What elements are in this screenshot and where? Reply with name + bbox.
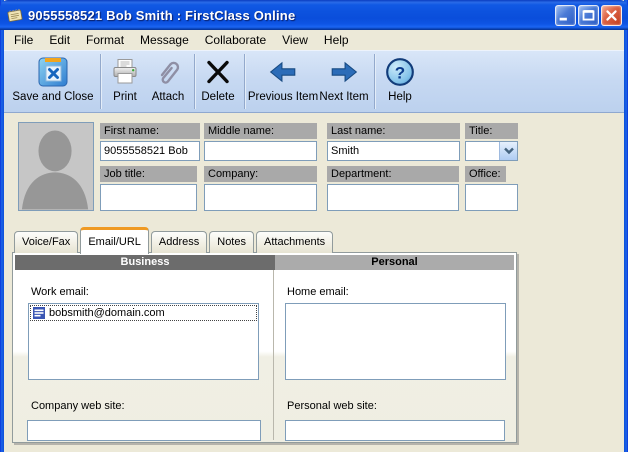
tab-notes[interactable]: Notes [209, 231, 254, 253]
company-label: Company: [204, 166, 317, 182]
print-icon [110, 53, 140, 91]
app-icon [7, 7, 23, 23]
toolbar-separator [194, 54, 195, 109]
print-label: Print [113, 91, 137, 103]
window-title: 9055558521 Bob Smith : FirstClass Online [28, 8, 555, 23]
home-email-label: Home email: [287, 286, 349, 298]
window-titlebar[interactable]: 9055558521 Bob Smith : FirstClass Online [0, 0, 628, 30]
personal-column-header: Personal [275, 255, 514, 270]
menu-format[interactable]: Format [78, 31, 132, 50]
previous-item-label: Previous Item [248, 91, 318, 103]
menu-bar: File Edit Format Message Collaborate Vie… [4, 30, 624, 50]
last-name-label: Last name: [327, 123, 460, 139]
attach-label: Attach [152, 91, 185, 103]
office-label: Office: [465, 166, 506, 182]
svg-text:?: ? [395, 63, 405, 82]
work-email-listbox[interactable]: bobsmith@domain.com [28, 303, 259, 380]
print-button[interactable]: Print [104, 53, 146, 111]
first-name-input[interactable] [100, 141, 200, 161]
previous-item-button[interactable]: Previous Item [248, 53, 318, 111]
title-label: Title: [465, 123, 518, 139]
tab-address[interactable]: Address [151, 231, 207, 253]
next-item-label: Next Item [319, 91, 368, 103]
column-divider [273, 270, 274, 440]
toolbar-separator [244, 54, 245, 109]
maximize-button[interactable] [578, 5, 599, 26]
next-item-icon [329, 53, 359, 91]
company-website-input[interactable] [27, 420, 261, 441]
business-column-header: Business [15, 255, 275, 270]
toolbar-separator [100, 54, 101, 109]
menu-file[interactable]: File [6, 31, 41, 50]
job-title-label: Job title: [100, 166, 197, 182]
tab-voice-fax[interactable]: Voice/Fax [14, 231, 78, 253]
window-border-left [0, 0, 4, 452]
close-button[interactable] [601, 5, 622, 26]
middle-name-label: Middle name: [204, 123, 317, 139]
home-email-listbox[interactable] [285, 303, 506, 380]
tab-strip: Voice/Fax Email/URL Address Notes Attach… [14, 227, 333, 253]
window-border-right [624, 0, 628, 452]
job-title-input[interactable] [100, 184, 197, 211]
delete-icon [203, 53, 233, 91]
tab-email-url[interactable]: Email/URL [80, 227, 149, 254]
help-button[interactable]: ? Help [378, 53, 422, 111]
attach-icon [153, 53, 183, 91]
help-icon: ? [384, 53, 416, 91]
work-email-item[interactable]: bobsmith@domain.com [30, 305, 257, 321]
email-icon [33, 307, 45, 319]
department-label: Department: [327, 166, 459, 182]
middle-name-input[interactable] [204, 141, 317, 161]
last-name-input[interactable] [327, 141, 460, 161]
delete-button[interactable]: Delete [196, 53, 240, 111]
minimize-button[interactable] [555, 5, 576, 26]
attach-button[interactable]: Attach [146, 53, 190, 111]
department-input[interactable] [327, 184, 459, 211]
contact-photo-placeholder[interactable] [18, 122, 94, 211]
company-input[interactable] [204, 184, 317, 211]
email-url-panel: Business Personal Work email: bobsmith@d… [12, 252, 517, 443]
first-name-label: First name: [100, 123, 200, 139]
company-website-label: Company web site: [31, 400, 125, 412]
toolbar-separator [374, 54, 375, 109]
personal-website-input[interactable] [285, 420, 505, 441]
work-email-address: bobsmith@domain.com [49, 307, 165, 319]
office-input[interactable] [465, 184, 518, 211]
menu-collaborate[interactable]: Collaborate [197, 31, 274, 50]
help-label: Help [388, 91, 412, 103]
previous-item-icon [268, 53, 298, 91]
title-select[interactable] [465, 141, 518, 161]
delete-label: Delete [201, 91, 234, 103]
work-email-label: Work email: [31, 286, 89, 298]
next-item-button[interactable]: Next Item [318, 53, 370, 111]
menu-help[interactable]: Help [316, 31, 357, 50]
tab-attachments[interactable]: Attachments [256, 231, 333, 253]
save-and-close-button[interactable]: Save and Close [10, 53, 96, 111]
menu-edit[interactable]: Edit [41, 31, 78, 50]
save-and-close-icon [36, 53, 70, 91]
toolbar: Save and Close Print Attach [4, 50, 624, 113]
menu-view[interactable]: View [274, 31, 316, 50]
save-and-close-label: Save and Close [12, 91, 93, 103]
personal-website-label: Personal web site: [287, 400, 377, 412]
chevron-down-icon[interactable] [499, 142, 517, 160]
menu-message[interactable]: Message [132, 31, 197, 50]
